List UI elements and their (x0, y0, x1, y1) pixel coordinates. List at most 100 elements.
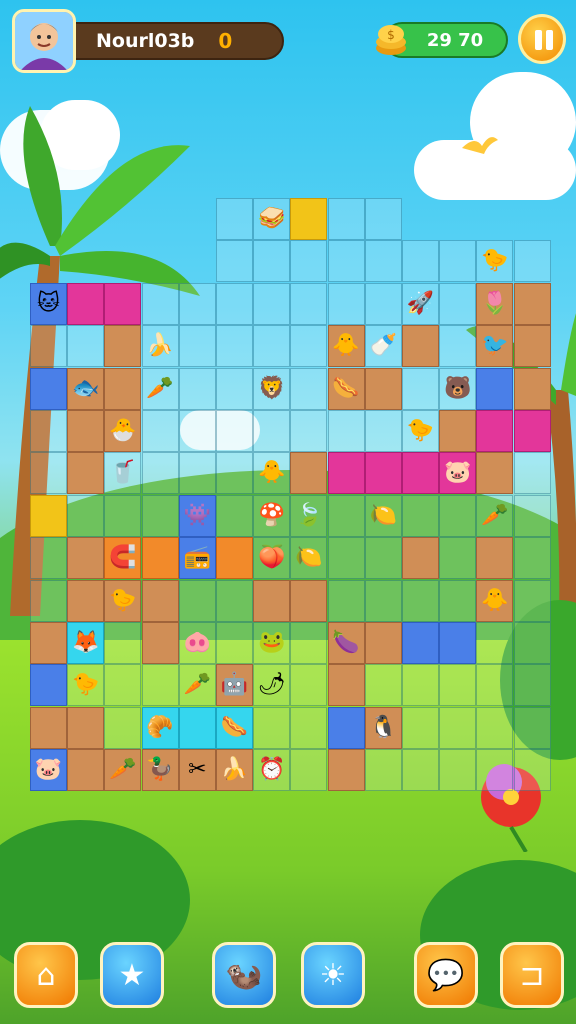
carrot-icon[interactable]: 🥕 (142, 368, 179, 410)
home-button[interactable]: ⌂ (14, 942, 78, 1008)
board-cell-empty[interactable] (30, 537, 67, 580)
board-cell-empty[interactable] (104, 706, 142, 749)
board-cell-empty[interactable] (141, 494, 179, 537)
board-cell-empty[interactable] (290, 240, 328, 283)
board-cell-empty[interactable] (216, 198, 253, 240)
penguin-icon[interactable]: 🐧 (365, 707, 402, 749)
cat-icon[interactable]: 🐱 (30, 283, 67, 325)
carrot-icon[interactable]: 🥕 (104, 749, 141, 791)
peach-icon[interactable]: 🍑 (253, 537, 290, 579)
carrot-icon[interactable]: 🥕 (179, 664, 216, 706)
banana-icon[interactable]: 🍌 (142, 325, 179, 367)
board-cell-dirt[interactable] (141, 579, 179, 622)
board-cell-empty[interactable] (402, 494, 439, 537)
board-cell-empty[interactable] (104, 494, 142, 537)
board-cell-empty[interactable] (30, 325, 67, 368)
board-cell-blue[interactable] (402, 622, 439, 664)
board-cell-empty[interactable] (364, 282, 402, 325)
board-cell-dirt[interactable] (439, 410, 477, 452)
board-cell-dirt[interactable] (30, 706, 67, 749)
board-cell-empty[interactable] (141, 282, 179, 325)
board-cell-empty[interactable] (439, 325, 477, 368)
board-cell-empty[interactable] (513, 452, 551, 495)
board-cell-empty[interactable] (290, 664, 328, 707)
board-cell-empty[interactable] (364, 240, 402, 283)
lion-icon[interactable]: 🦁 (253, 368, 290, 410)
board-cell-pink[interactable] (67, 282, 105, 325)
board-cell-empty[interactable] (364, 579, 402, 622)
leaf-icon[interactable]: 🍃 (290, 495, 327, 537)
board-cell-empty[interactable] (290, 706, 328, 749)
board-cell-empty[interactable] (513, 494, 551, 537)
board-cell-empty[interactable] (253, 410, 291, 452)
clock-icon[interactable]: ⏰ (253, 749, 290, 791)
board-cell-dirt[interactable] (104, 367, 142, 410)
board-cell-empty[interactable] (439, 664, 477, 707)
board-cell-dirt[interactable] (67, 706, 105, 749)
board-cell-empty[interactable] (253, 706, 291, 749)
board-cell-dirt[interactable] (290, 452, 328, 495)
pig-icon[interactable]: 🐷 (439, 452, 476, 494)
board-cell-orange[interactable] (216, 537, 253, 580)
robot-icon[interactable]: 🤖 (216, 664, 253, 706)
board-cell-empty[interactable] (216, 282, 253, 325)
mushroom-icon[interactable]: 🍄 (253, 495, 290, 537)
board-cell-empty[interactable] (141, 452, 179, 495)
board-cell-dirt[interactable] (513, 367, 551, 410)
board-cell-empty[interactable] (141, 410, 179, 452)
board-cell-empty[interactable] (216, 452, 253, 495)
board-cell-empty[interactable] (364, 198, 402, 240)
board-cell-empty[interactable] (364, 537, 402, 580)
board-cell-empty[interactable] (290, 410, 328, 452)
board-cell-empty[interactable] (402, 664, 439, 707)
board-cell-pink[interactable] (402, 452, 439, 495)
fish-icon[interactable]: 🐟 (67, 368, 104, 410)
board-cell-empty[interactable] (439, 282, 477, 325)
carrot-icon[interactable]: 🥕 (476, 495, 513, 537)
board-cell-dirt[interactable] (67, 579, 105, 622)
chick-icon[interactable]: 🐤 (402, 410, 439, 452)
board-cell-empty[interactable] (327, 240, 365, 283)
board-cell-empty[interactable] (216, 494, 253, 537)
board-cell-empty[interactable] (178, 282, 216, 325)
chat-button[interactable]: 💬 (414, 942, 478, 1008)
scissors-icon[interactable]: ✂ (179, 749, 216, 791)
chick-icon[interactable]: 🐥 (328, 325, 365, 367)
board-cell-dirt[interactable] (67, 452, 105, 495)
board-cell-empty[interactable] (513, 664, 551, 707)
board-cell-empty[interactable] (290, 622, 328, 664)
board-cell-empty[interactable] (439, 494, 477, 537)
board-cell-dirt[interactable] (67, 749, 105, 792)
board-cell-empty[interactable] (67, 325, 105, 368)
board-cell-empty[interactable] (253, 282, 291, 325)
board-cell-dirt[interactable] (290, 579, 328, 622)
lemon-icon[interactable]: 🍋 (290, 537, 327, 579)
board-cell-pink[interactable] (327, 452, 365, 495)
rocket-icon[interactable]: 🚀 (402, 283, 439, 325)
board-cell-dirt[interactable] (30, 622, 67, 664)
board-cell-blue[interactable] (30, 664, 67, 707)
board-cell-empty[interactable] (476, 706, 514, 749)
board-cell-pink[interactable] (364, 452, 402, 495)
board-cell-empty[interactable] (402, 240, 439, 283)
board-cell-yellow[interactable] (290, 198, 328, 240)
board-cell-pink[interactable] (104, 282, 142, 325)
board-cell-dirt[interactable] (67, 410, 105, 452)
board-cell-empty[interactable] (253, 325, 291, 368)
board-cell-empty[interactable] (253, 240, 291, 283)
board-cell-blue[interactable] (327, 706, 365, 749)
board-cell-dirt[interactable] (364, 367, 402, 410)
board-cell-empty[interactable] (513, 706, 551, 749)
board-cell-dirt[interactable] (476, 537, 514, 580)
sun-button[interactable]: ☀ (301, 942, 365, 1008)
board-cell-orange[interactable] (141, 537, 179, 580)
character-button[interactable]: 🦦 (212, 942, 276, 1008)
magnet-icon[interactable]: 🧲 (104, 537, 141, 579)
board-cell-pink[interactable] (476, 410, 514, 452)
board-cell-empty[interactable] (290, 325, 328, 368)
board-cell-empty[interactable] (402, 749, 439, 792)
drink-icon[interactable]: 🥤 (104, 452, 141, 494)
board-cell-empty[interactable] (513, 749, 551, 792)
chili-icon[interactable]: 🌶 (253, 664, 290, 706)
pig-icon[interactable]: 🐷 (30, 749, 67, 791)
